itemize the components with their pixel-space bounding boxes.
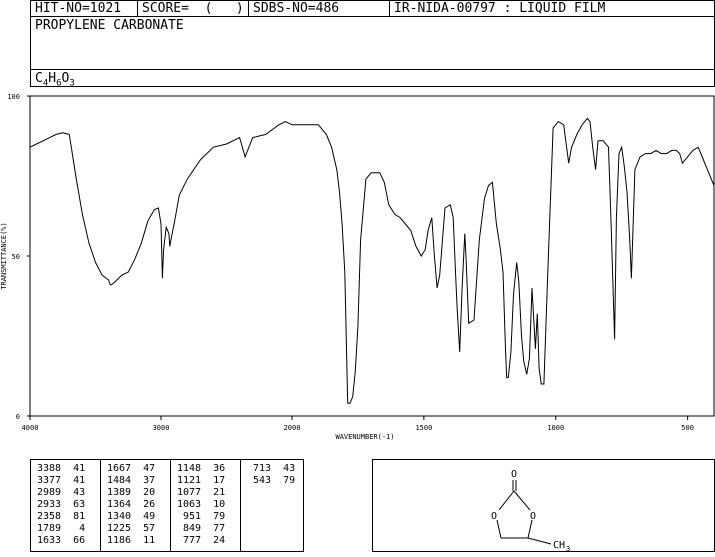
peak-entry: 951 79 <box>177 511 226 522</box>
header-bar: HIT-NO=1021 SCORE= ( ) SDBS-NO=486 IR-NI… <box>30 0 715 17</box>
score-field: SCORE= ( ) <box>138 1 249 16</box>
peak-table: 3388 41 3377 41 2989 43 2933 63 2358 81 1789 … <box>30 459 304 552</box>
ir-info: IR-NIDA-00797 : LIQUID FILM <box>394 1 606 16</box>
x-tick-label: 4000 <box>22 424 39 432</box>
peak-entry: 713 43 <box>247 463 296 474</box>
x-axis-label: WAVENUMBER(-1) <box>335 433 394 441</box>
methyl-subscript: 3 <box>566 545 570 553</box>
sdbs-number: SDBS-NO=486 <box>249 1 390 16</box>
x-tick-label: 1000 <box>547 424 564 432</box>
peak-entry: 1121 17 <box>177 475 226 486</box>
peak-entry: 1389 20 <box>107 487 156 498</box>
compound-name-box: PROPYLENE CARBONATE <box>30 16 715 70</box>
y-tick-label: 100 <box>7 93 20 101</box>
peak-entry: 3377 41 <box>37 475 86 486</box>
peak-entry: 1667 47 <box>107 463 156 474</box>
transmittance-line <box>29 117 715 404</box>
x-tick-label: 1500 <box>415 424 432 432</box>
peak-column-1: 3388 41 3377 41 2989 43 2933 63 2358 81 1789 … <box>31 460 101 551</box>
ring-bond-lower-right <box>527 519 533 539</box>
x-tick-label: 2000 <box>284 424 301 432</box>
peak-entry: 1789 4 <box>37 523 86 534</box>
peak-entry: 1186 11 <box>107 535 156 546</box>
x-tick-label: 3000 <box>153 424 170 432</box>
ring-bond-right <box>513 490 531 511</box>
x-axis-ticks: 4000 3000 2000 1500 1000 500 <box>22 416 694 432</box>
ring-oxygen-left: O <box>491 511 497 522</box>
peak-entry: 1148 36 <box>177 463 226 474</box>
peak-entry: 2933 63 <box>37 499 86 510</box>
peak-entry: 2989 43 <box>37 487 86 498</box>
molecular-structure: O O O CH 3 <box>491 469 570 553</box>
plot-frame <box>29 95 715 417</box>
peak-column-3: 1148 36 1121 17 1077 21 1063 10 951 79 849 … <box>171 460 241 551</box>
formula-element: C <box>35 71 43 86</box>
peak-entry: 1364 26 <box>107 499 156 510</box>
peak-entry: 3388 41 <box>37 463 86 474</box>
methyl-bond <box>527 537 552 545</box>
x-tick-label: 500 <box>681 424 694 432</box>
peak-entry: 777 24 <box>177 535 226 546</box>
ring-bond-lower-left <box>496 519 502 539</box>
ring-bond-left <box>498 490 515 511</box>
peak-entry: 849 77 <box>177 523 226 534</box>
peak-entry: 1484 37 <box>107 475 156 486</box>
peak-entry: 543 79 <box>247 475 296 486</box>
compound-name: PROPYLENE CARBONATE <box>35 18 184 33</box>
formula-element: H <box>48 71 57 86</box>
structure-box: O O O CH 3 <box>372 459 715 553</box>
peak-entry: 1633 66 <box>37 535 86 546</box>
carbonyl-oxygen: O <box>511 469 517 480</box>
ir-spectrum-chart: 4000 3000 2000 1500 1000 500 0 50 100 WAVENUMBE… <box>0 93 715 441</box>
peak-entry: 1340 49 <box>107 511 156 522</box>
peak-entry: 1225 57 <box>107 523 156 534</box>
molecular-formula: C4H6O3 <box>35 71 75 89</box>
peak-entry: 2358 81 <box>37 511 86 522</box>
y-tick-label: 0 <box>16 413 20 421</box>
hit-number: HIT-NO=1021 <box>31 1 138 16</box>
y-axis-ticks: 0 50 100 <box>7 93 30 421</box>
peak-entry: 1077 21 <box>177 487 226 498</box>
y-tick-label: 50 <box>12 253 20 261</box>
peak-column-4: 713 43 543 79 <box>241 460 303 551</box>
methyl-group: CH <box>553 540 565 551</box>
ring-oxygen-right: O <box>530 511 536 522</box>
y-axis-label: TRANSMITTANCE(%) <box>0 222 8 289</box>
peak-entry: 1063 10 <box>177 499 226 510</box>
peak-column-2: 1667 47 1484 37 1389 20 1364 26 1340 49 1225 … <box>101 460 171 551</box>
formula-box: C4H6O3 <box>30 69 715 89</box>
